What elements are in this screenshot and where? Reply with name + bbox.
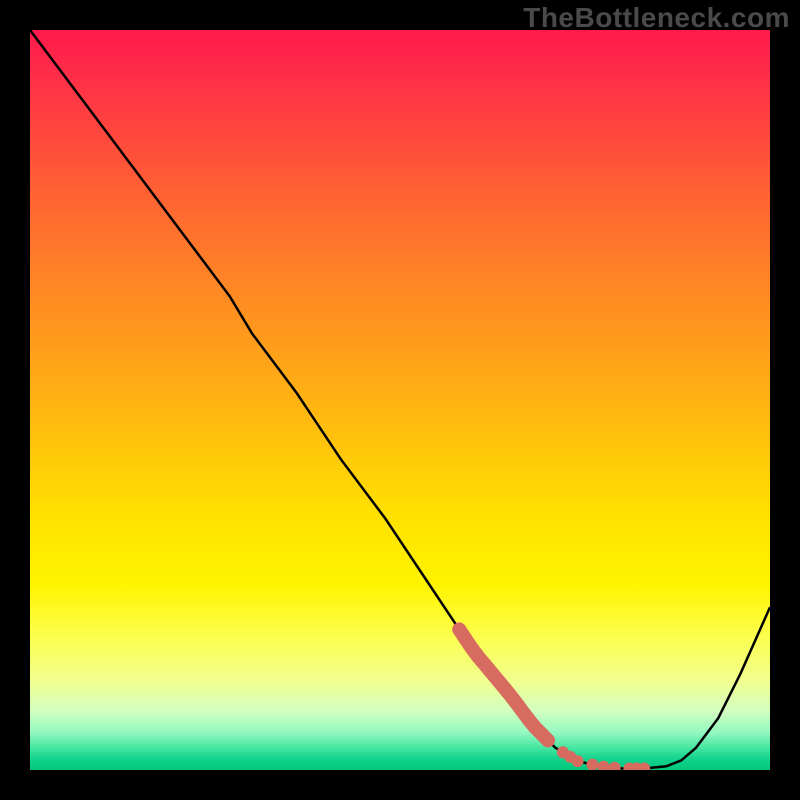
bottleneck-curve-path [30,30,770,769]
highlight-dot [609,762,621,770]
curve-layer [30,30,770,770]
highlight-thick-segment [459,629,548,740]
highlight-dot [572,755,584,767]
plot-area [30,30,770,770]
watermark-text: TheBottleneck.com [523,2,790,34]
highlight-dot [598,761,610,770]
highlighted-range [459,629,650,770]
highlight-dot [586,759,598,770]
chart-frame: TheBottleneck.com [0,0,800,800]
